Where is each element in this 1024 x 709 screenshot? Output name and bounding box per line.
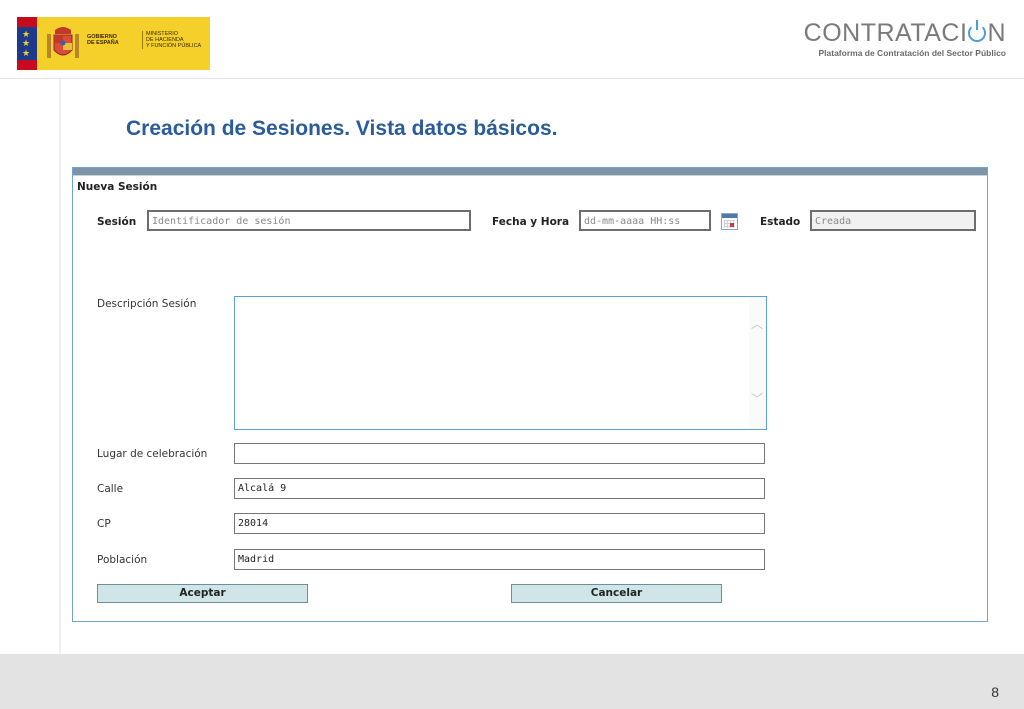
coat-of-arms-icon [47, 27, 79, 58]
town-label: Población [97, 554, 148, 566]
government-text: GOBIERNO DE ESPAÑA [87, 34, 139, 46]
place-label: Lugar de celebración [97, 448, 208, 460]
left-divider [59, 79, 61, 654]
page-number: 8 [991, 684, 999, 700]
platform-brand: CONTRATACI N Plataforma de Contratación d… [804, 19, 1006, 58]
description-label: Descripción Sesión [97, 298, 197, 310]
status-field: Creada [810, 210, 976, 231]
accept-button[interactable]: Aceptar [97, 584, 308, 603]
place-input[interactable] [234, 443, 765, 464]
description-scrollbar[interactable]: ︿ ﹀ [749, 297, 766, 429]
description-textarea[interactable]: ︿ ﹀ [234, 296, 767, 430]
ministry-line-3: Y FUNCIÓN PÚBLICA [146, 43, 202, 49]
datetime-label: Fecha y Hora [492, 216, 570, 228]
power-icon [968, 20, 987, 42]
slide-title: Creación de Sesiones. Vista datos básico… [126, 117, 558, 140]
session-id-input[interactable]: Identificador de sesión [147, 210, 471, 231]
datetime-input[interactable]: dd-mm-aaaa HH:ss [579, 210, 711, 231]
slide-footer: 8 [0, 654, 1024, 709]
new-session-form: Nueva Sesión Sesión Identificador de ses… [72, 167, 988, 622]
status-label: Estado [760, 216, 801, 228]
postal-code-label: CP [97, 518, 111, 530]
brand-name: CONTRATACI N [804, 19, 1006, 47]
scroll-up-icon[interactable]: ︿ [751, 318, 763, 330]
street-label: Calle [97, 483, 124, 495]
ministry-text: MINISTERIO DE HACIENDA Y FUNCIÓN PÚBLICA [142, 31, 212, 49]
brand-name-part2: N [987, 19, 1006, 47]
session-label: Sesión [97, 216, 137, 228]
cancel-button[interactable]: Cancelar [511, 584, 722, 603]
calendar-icon[interactable] [721, 213, 738, 230]
town-input[interactable]: Madrid [234, 549, 765, 570]
government-logo: ★ ★ ★ GOBIERNO DE ESPAÑA MINISTERIO DE H… [17, 17, 210, 70]
street-input[interactable]: Alcalá 9 [234, 478, 765, 499]
flag-icon: ★ ★ ★ [17, 17, 37, 70]
scroll-down-icon[interactable]: ﹀ [751, 393, 763, 405]
brand-name-part1: CONTRATACI [803, 19, 968, 47]
slide-header: ★ ★ ★ GOBIERNO DE ESPAÑA MINISTERIO DE H… [0, 0, 1024, 79]
form-top-bar [73, 168, 987, 176]
gov-line-2: DE ESPAÑA [87, 40, 119, 46]
brand-subtitle: Plataforma de Contratación del Sector Pú… [818, 48, 1006, 58]
form-heading: Nueva Sesión [77, 181, 158, 193]
postal-code-input[interactable]: 28014 [234, 513, 765, 534]
